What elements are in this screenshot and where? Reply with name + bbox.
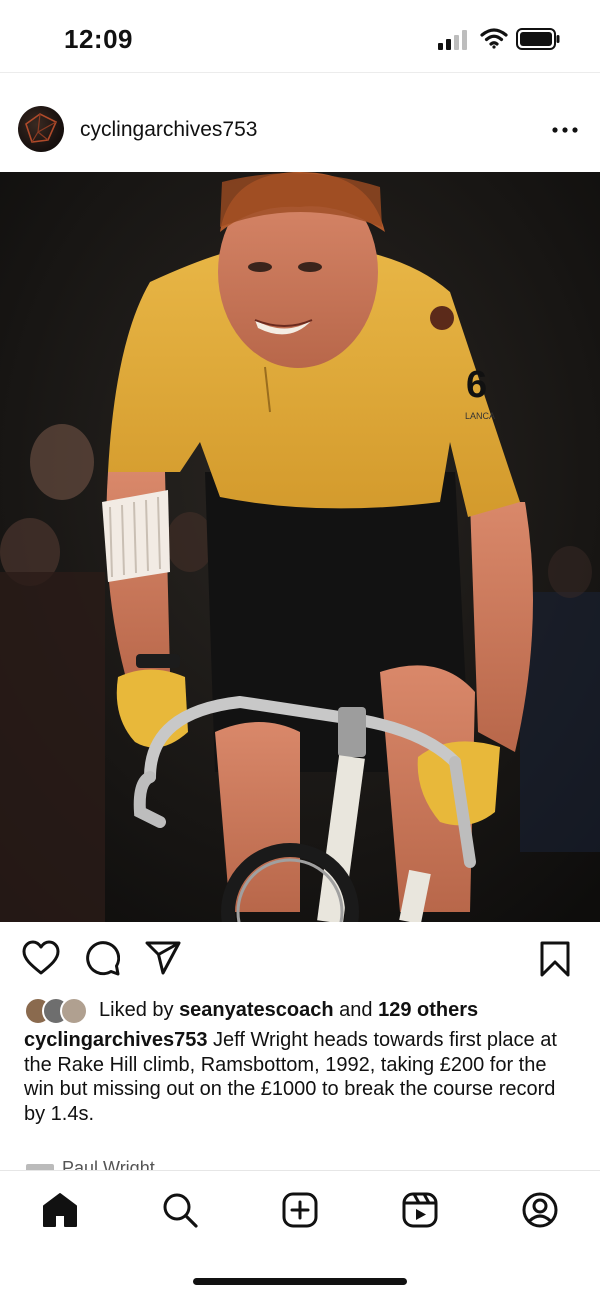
share-icon[interactable] (144, 940, 182, 976)
post-caption: cyclingarchives753 Jeff Wright heads tow… (24, 1028, 580, 1126)
likes-prefix: Liked by (99, 999, 174, 1021)
post-photo[interactable]: 6 LANCA (0, 172, 600, 922)
cellular-signal-icon (438, 30, 467, 50)
likes-text[interactable]: Liked by seanyatescoach and 129 others (99, 999, 478, 1022)
battery-icon (516, 28, 560, 50)
caption-username[interactable]: cyclingarchives753 (24, 1029, 207, 1051)
status-bar: 12:09 (0, 0, 600, 72)
avatar[interactable] (18, 106, 64, 152)
avatar-image (25, 113, 58, 143)
liker-username[interactable]: seanyatescoach (179, 999, 334, 1021)
likes-summary[interactable]: Liked by seanyatescoach and 129 others (24, 996, 584, 1026)
like-icon[interactable] (22, 940, 60, 976)
save-icon[interactable] (538, 940, 572, 978)
home-icon[interactable] (41, 1191, 79, 1229)
post-username[interactable]: cyclingarchives753 (80, 118, 257, 142)
cyclist-photo: 6 LANCA (0, 172, 600, 922)
likes-joiner: and (339, 999, 373, 1021)
comment-author: Paul Wright (62, 1158, 155, 1170)
likes-count[interactable]: 129 others (378, 999, 478, 1021)
jersey-sponsor: LANCA (465, 411, 495, 421)
create-icon[interactable] (281, 1191, 319, 1229)
search-icon[interactable] (161, 1191, 199, 1229)
post-header: cyclingarchives753 (0, 98, 600, 164)
more-icon[interactable] (552, 127, 578, 133)
comment-icon[interactable] (84, 940, 120, 976)
wifi-icon (480, 28, 508, 49)
status-time: 12:09 (64, 24, 133, 54)
profile-icon[interactable] (521, 1191, 559, 1229)
liker-avatar (60, 997, 88, 1025)
jersey-number: 6 (466, 364, 487, 406)
comment-preview[interactable]: Paul Wright (24, 1158, 584, 1170)
reels-icon[interactable] (401, 1191, 439, 1229)
divider (0, 72, 600, 73)
home-indicator[interactable] (193, 1278, 407, 1285)
